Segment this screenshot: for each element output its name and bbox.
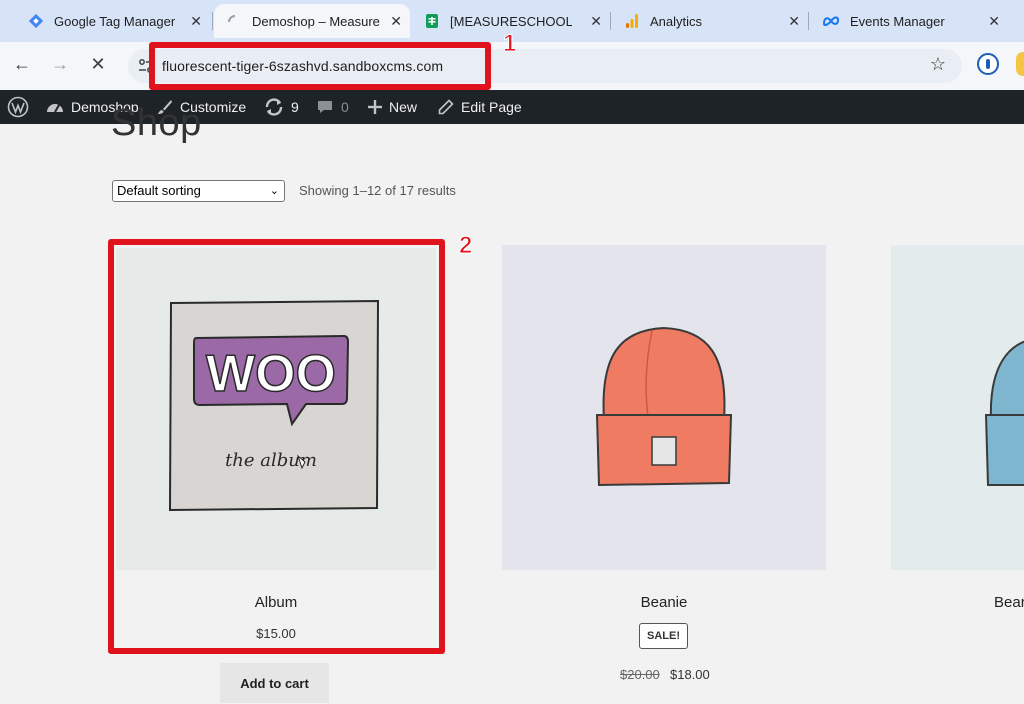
product-name-beanie[interactable]: Beanie (502, 594, 826, 611)
pencil-icon (438, 99, 454, 115)
comments-count: 0 (341, 99, 349, 115)
google-sheets-icon (426, 14, 438, 28)
adminbar-edit-page[interactable]: Edit Page (438, 90, 522, 124)
close-icon[interactable]: ✕ (988, 13, 1000, 30)
extension-icon[interactable] (1016, 52, 1024, 76)
wordpress-icon (7, 96, 29, 118)
edit-page-label: Edit Page (461, 99, 522, 115)
tab-label: [MEASURESCHOOL] (450, 13, 572, 29)
tab-events-manager[interactable]: Events Manager ✕ (808, 4, 1008, 38)
loading-spinner-icon (228, 15, 236, 23)
callout-number-2: 2 (458, 232, 473, 260)
close-icon[interactable]: ✕ (788, 13, 800, 30)
plus-icon (368, 100, 382, 114)
adminbar-new[interactable]: New (368, 90, 417, 124)
callout-number-1: 1 (502, 30, 517, 58)
close-icon[interactable]: ✕ (190, 13, 202, 30)
password-manager-extension-icon[interactable] (977, 53, 999, 75)
tab-label: Demoshop – Measure (252, 13, 380, 29)
comment-bubble-icon (318, 101, 332, 113)
dashboard-gauge-icon (47, 104, 63, 113)
close-icon[interactable]: ✕ (590, 13, 602, 30)
url-highlight-box (149, 42, 491, 90)
page-title: Shop (111, 102, 202, 144)
google-analytics-icon (626, 14, 638, 28)
tab-label: Google Tag Manager (54, 13, 176, 29)
sorting-selected-value: Default sorting (117, 183, 201, 198)
close-icon[interactable]: ✕ (390, 13, 402, 30)
tab-label: Events Manager (850, 13, 945, 29)
updates-count: 9 (291, 99, 299, 115)
sale-badge: SALE! (639, 623, 688, 649)
forward-arrow-icon[interactable]: → (48, 54, 72, 75)
add-to-cart-button[interactable]: Add to cart (220, 663, 329, 703)
product-image-beanie[interactable] (502, 245, 826, 570)
tab-analytics[interactable]: Analytics ✕ (610, 4, 808, 38)
sorting-select[interactable]: Default sorting ⌄ (112, 180, 285, 202)
product-name-third[interactable]: Bear (994, 594, 1024, 611)
product-image-third[interactable] (891, 245, 1024, 570)
product-highlight-box (108, 239, 445, 654)
google-tag-manager-icon (28, 13, 44, 29)
tab-google-tag-manager[interactable]: Google Tag Manager ✕ (0, 4, 210, 38)
tab-label: Analytics (650, 13, 703, 29)
back-arrow-icon[interactable]: ← (10, 54, 34, 75)
updates-refresh-icon (265, 98, 283, 116)
meta-icon (822, 16, 840, 26)
chevron-down-icon: ⌄ (269, 185, 279, 197)
blue-beanie-illustration (984, 340, 1024, 486)
tab-demoshop[interactable]: Demoshop – Measure ✕ (214, 4, 410, 38)
tab-divider (212, 12, 213, 30)
stop-loading-icon[interactable]: ✕ (86, 54, 110, 75)
adminbar-comments[interactable]: 0 (316, 90, 349, 124)
beanie-illustration (595, 326, 733, 487)
new-label: New (389, 99, 418, 115)
bookmark-star-icon[interactable]: ☆ (930, 54, 946, 75)
adminbar-updates[interactable]: 9 (264, 90, 299, 124)
results-count: Showing 1–12 of 17 results (299, 183, 456, 198)
wordpress-logo[interactable] (7, 90, 36, 124)
product-old-price-beanie: $20.00 (620, 667, 660, 682)
product-price-beanie: $18.00 (670, 667, 710, 682)
